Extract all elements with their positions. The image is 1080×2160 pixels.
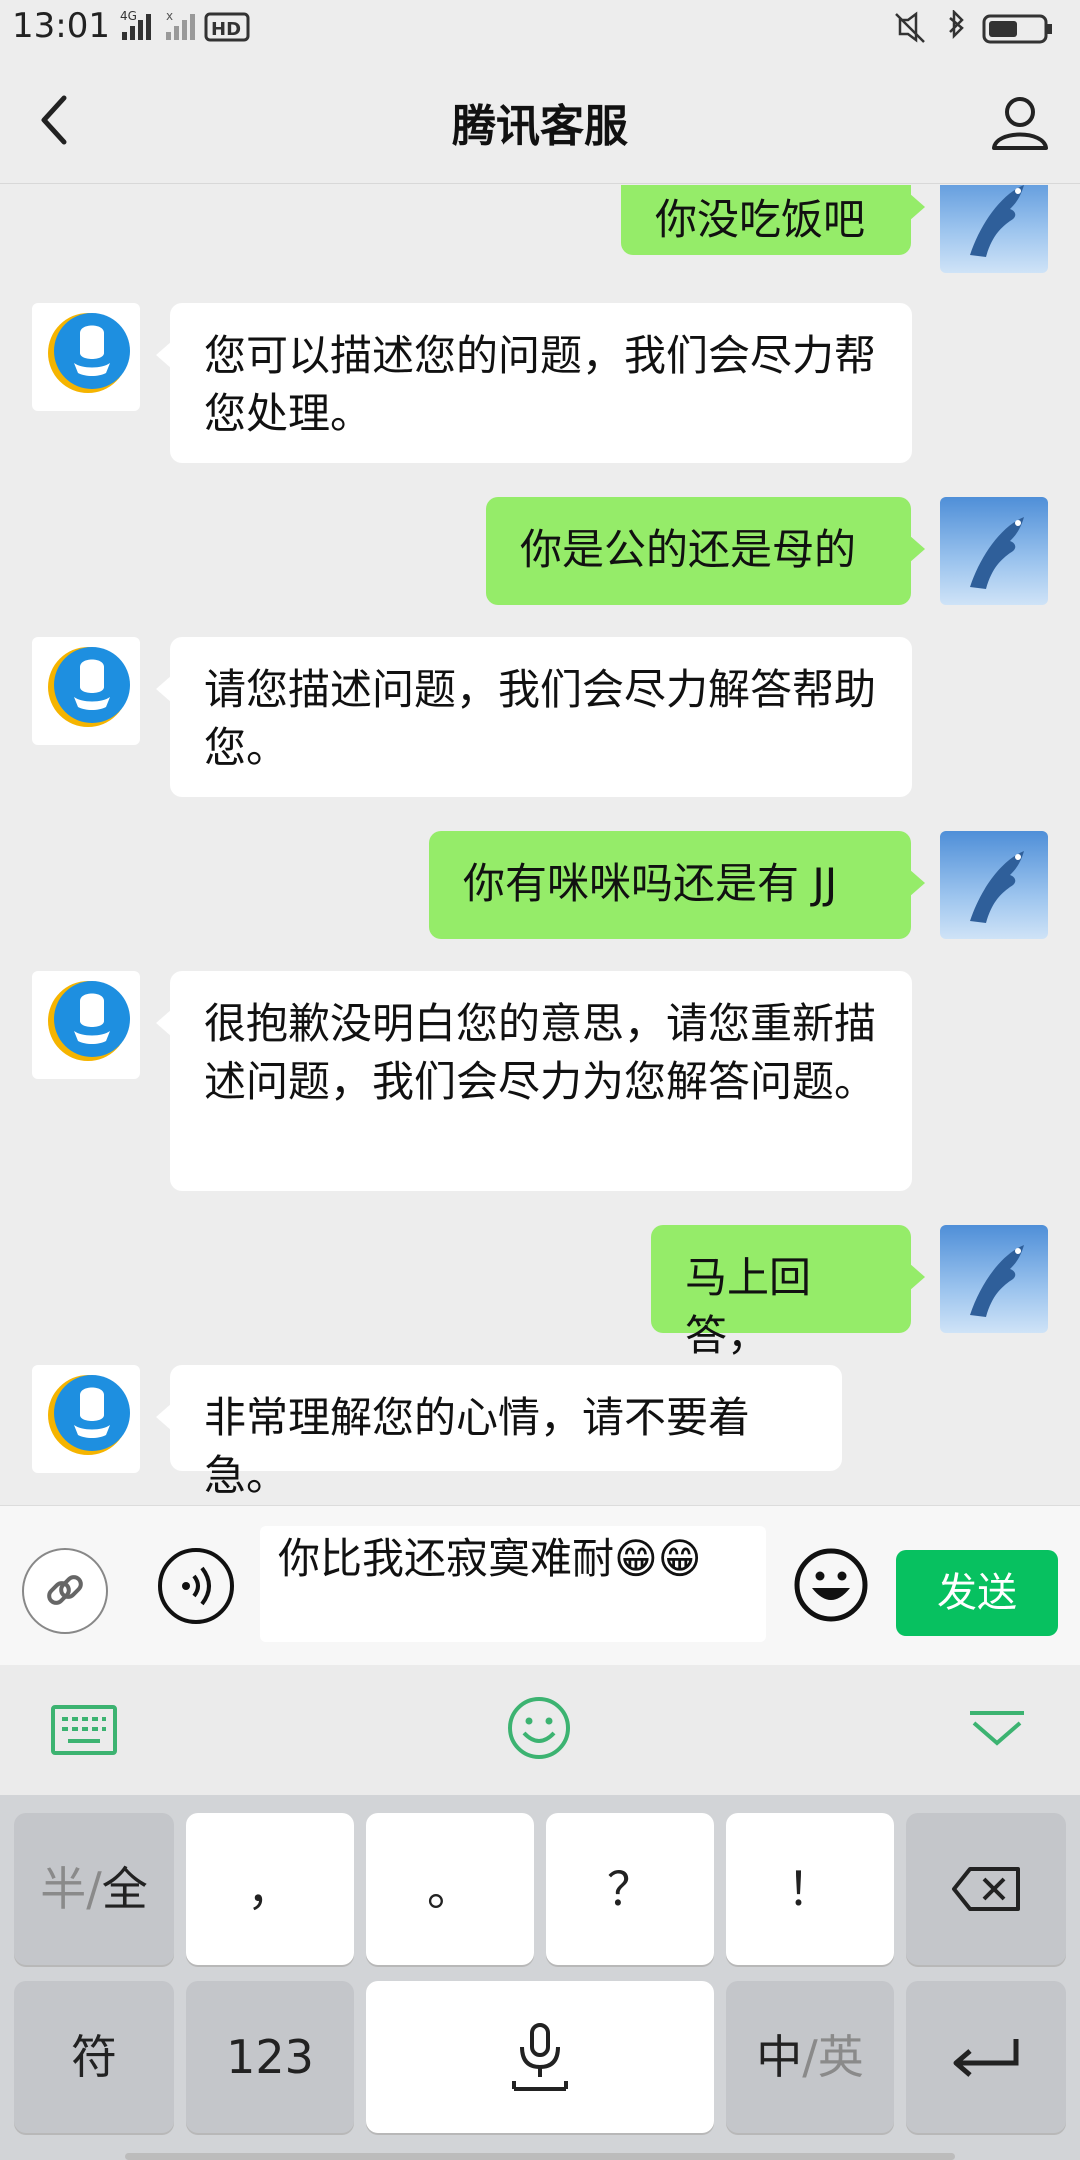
key-backspace[interactable]: [906, 1813, 1066, 1965]
network-type-label: 4G: [120, 9, 137, 23]
message-bubble-me[interactable]: 你有咪咪吗还是有 JJ: [429, 831, 925, 939]
key-label-half: 半: [40, 1862, 87, 1916]
link-icon: [47, 1575, 83, 1605]
key-voice-input[interactable]: [366, 1981, 714, 2133]
dolphin-icon: [970, 1245, 1024, 1317]
key-label-sep: /: [86, 1862, 102, 1916]
message-bubble-me[interactable]: 你是公的还是母的: [486, 497, 925, 605]
battery-icon: [895, 10, 1052, 44]
user-avatar[interactable]: [940, 1225, 1048, 1333]
service-avatar[interactable]: [32, 637, 140, 745]
status-bar: 13:01 4G x HD: [0, 0, 1080, 56]
svg-text:x: x: [166, 9, 173, 23]
chat-list[interactable]: 你没吃饭吧 您可以描述您的问题，我们会尽力帮您处理。 你是公的还是母的 请您描述…: [0, 185, 1080, 1505]
user-avatar[interactable]: [940, 497, 1048, 605]
key-label-sep2: /: [802, 2030, 818, 2084]
keyboard-bottom-bar: [125, 2153, 955, 2160]
emoji-panel-icon[interactable]: [506, 1695, 572, 1761]
message-input[interactable]: 你比我还寂寞难耐😁😁: [260, 1526, 766, 1642]
title-bar: 腾讯客服: [0, 56, 1080, 184]
enter-icon: [953, 2039, 1019, 2077]
profile-icon[interactable]: [990, 92, 1050, 152]
qq-logo-icon: [48, 647, 130, 727]
service-avatar[interactable]: [32, 971, 140, 1079]
send-button[interactable]: 发送: [896, 1550, 1058, 1636]
signal-icon: 4G x HD: [120, 9, 250, 42]
input-bar: 你比我还寂寞难耐😁😁 发送: [0, 1505, 1080, 1665]
key-question[interactable]: ？: [546, 1813, 714, 1965]
message-bubble-service[interactable]: 您可以描述您的问题，我们会尽力帮您处理。: [156, 303, 912, 463]
voice-icon: [182, 1566, 211, 1606]
voice-button[interactable]: [158, 1548, 234, 1624]
message-bubble-service[interactable]: 请您描述问题，我们会尽力解答帮助您。: [156, 637, 912, 797]
key-symbols[interactable]: 符: [14, 1981, 174, 2133]
message-bubble-me[interactable]: 马上回答，: [651, 1225, 925, 1360]
service-avatar[interactable]: [32, 303, 140, 411]
key-comma[interactable]: ，: [186, 1813, 354, 1965]
user-avatar[interactable]: [940, 185, 1048, 273]
qq-logo-icon: [48, 981, 130, 1061]
page-title: 腾讯客服: [452, 101, 628, 152]
keyboard-icon[interactable]: [50, 1703, 118, 1759]
key-numbers[interactable]: 123: [186, 1981, 354, 2133]
qq-logo-icon: [48, 1375, 130, 1455]
hd-label: HD: [211, 19, 241, 40]
message-bubble-service[interactable]: 非常理解您的心情，请不要着急。: [156, 1365, 842, 1500]
link-button[interactable]: [22, 1548, 108, 1634]
user-avatar[interactable]: [940, 831, 1048, 939]
keyboard: 半/全 ， 。 ？ ！ 符 123 中/英: [0, 1795, 1080, 2160]
message-bubble-me[interactable]: 你没吃饭吧: [621, 185, 925, 255]
backspace-icon: [952, 1867, 1020, 1911]
key-exclaim[interactable]: ！: [726, 1813, 894, 1965]
emoji-icon[interactable]: [792, 1546, 870, 1624]
dolphin-icon: [970, 851, 1024, 923]
key-label-full: 全: [101, 1862, 148, 1916]
message-bubble-service[interactable]: 很抱歉没明白您的意思，请您重新描述问题，我们会尽力为您解答问题。: [156, 971, 912, 1191]
key-lang-switch[interactable]: 中/英: [726, 1981, 894, 2133]
status-time: 13:01: [12, 6, 110, 46]
qq-logo-icon: [48, 313, 130, 393]
hide-keyboard-icon[interactable]: [966, 1709, 1028, 1749]
key-half-full[interactable]: 半/全: [14, 1813, 174, 1965]
keyboard-toolbar: [0, 1665, 1080, 1795]
key-enter[interactable]: [906, 1981, 1066, 2133]
key-label-english: 英: [817, 2030, 864, 2084]
dolphin-icon: [970, 185, 1024, 257]
service-avatar[interactable]: [32, 1365, 140, 1473]
key-period[interactable]: 。: [366, 1813, 534, 1965]
microphone-icon: [512, 2023, 568, 2091]
key-label-chinese: 中: [756, 2030, 803, 2084]
dolphin-icon: [970, 517, 1024, 589]
